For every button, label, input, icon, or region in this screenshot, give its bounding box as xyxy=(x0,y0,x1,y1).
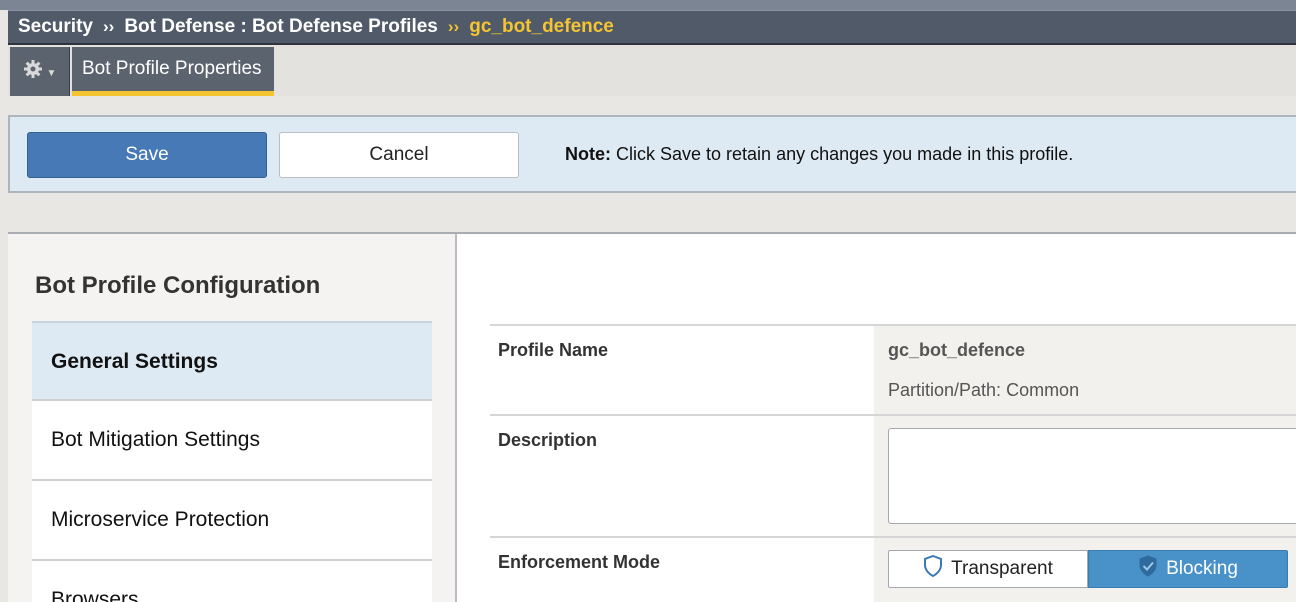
transparent-button[interactable]: Transparent xyxy=(888,550,1088,588)
profile-name-row: Profile Name gc_bot_defence Partition/Pa… xyxy=(490,324,1296,414)
tab-bar: ▼ Bot Profile Properties xyxy=(8,45,1296,96)
top-strip xyxy=(0,0,1296,10)
enforcement-mode-cell: Transparent Blocking xyxy=(874,538,1296,602)
transparent-label: Transparent xyxy=(951,558,1053,579)
config-sidebar: Bot Profile Configuration General Settin… xyxy=(8,234,457,602)
sidebar-item-bot-mitigation-settings[interactable]: Bot Mitigation Settings xyxy=(32,399,432,479)
breadcrumb: Security ›› Bot Defense : Bot Defense Pr… xyxy=(8,10,1296,45)
blocking-button[interactable]: Blocking xyxy=(1088,550,1288,588)
profile-name-cell: gc_bot_defence Partition/Path: Common xyxy=(874,326,1296,414)
partition-path: Partition/Path: Common xyxy=(888,380,1080,400)
sidebar-item-browsers[interactable]: Browsers xyxy=(32,559,432,602)
main-content: Bot Profile Configuration General Settin… xyxy=(8,232,1296,602)
breadcrumb-current: gc_bot_defence xyxy=(469,16,614,37)
enforcement-mode-row: Enforcement Mode Transparent Blocking xyxy=(490,536,1296,602)
sidebar-nav: General Settings Bot Mitigation Settings… xyxy=(32,321,432,602)
profile-name-label: Profile Name xyxy=(498,340,609,360)
description-textarea[interactable] xyxy=(888,428,1296,524)
sidebar-item-microservice-protection[interactable]: Microservice Protection xyxy=(32,479,432,559)
blocking-label: Blocking xyxy=(1166,558,1238,579)
breadcrumb-separator: ›› xyxy=(102,17,115,36)
enforcement-mode-label: Enforcement Mode xyxy=(498,552,661,572)
chevron-down-icon: ▼ xyxy=(46,67,57,79)
gear-icon xyxy=(23,59,43,84)
general-settings-form: Profile Name gc_bot_defence Partition/Pa… xyxy=(490,324,1296,602)
description-row: Description xyxy=(490,414,1296,536)
active-tab-indicator xyxy=(72,91,274,96)
shield-check-icon xyxy=(1138,555,1158,583)
description-cell xyxy=(874,416,1296,536)
breadcrumb-item-profiles[interactable]: Bot Defense : Bot Defense Profiles xyxy=(124,16,438,38)
breadcrumb-item-security[interactable]: Security xyxy=(18,16,93,38)
action-bar: Save Cancel Note: Click Save to retain a… xyxy=(8,115,1296,193)
tab-label: Bot Profile Properties xyxy=(82,58,262,79)
profile-name-value: gc_bot_defence xyxy=(888,340,1026,360)
note-label: Note: xyxy=(565,144,611,164)
shield-icon xyxy=(923,554,943,583)
breadcrumb-separator: ›› xyxy=(447,17,460,36)
description-label: Description xyxy=(498,430,598,450)
sidebar-title: Bot Profile Configuration xyxy=(35,272,321,299)
note-text: Click Save to retain any changes you mad… xyxy=(611,144,1074,164)
sidebar-item-general-settings[interactable]: General Settings xyxy=(32,321,432,399)
tab-bot-profile-properties[interactable]: Bot Profile Properties xyxy=(72,47,274,96)
save-note: Note: Click Save to retain any changes y… xyxy=(565,144,1073,165)
cancel-button[interactable]: Cancel xyxy=(279,132,519,178)
gear-menu-button[interactable]: ▼ xyxy=(10,47,70,96)
save-button[interactable]: Save xyxy=(27,132,267,178)
enforcement-mode-toggle: Transparent Blocking xyxy=(888,550,1288,588)
